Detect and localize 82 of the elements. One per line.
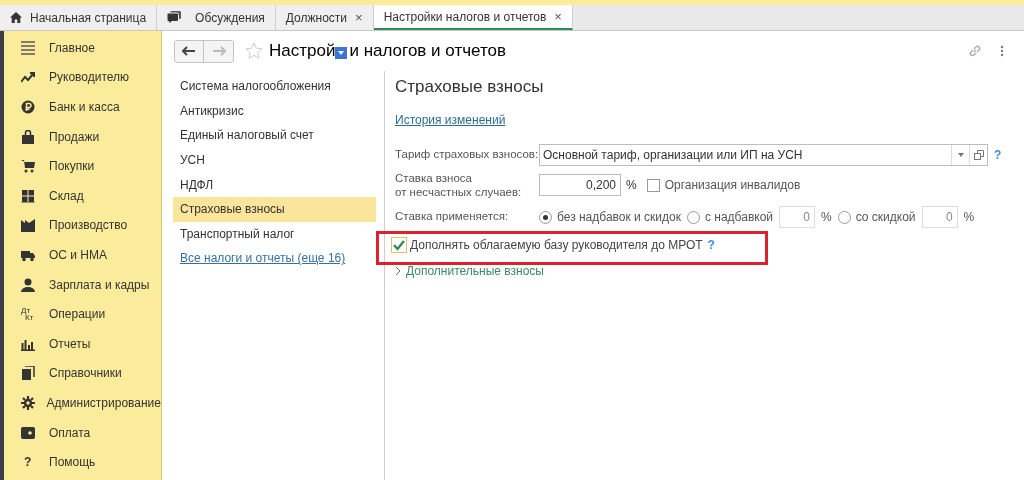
sidebar-item[interactable]: Банк и касса	[49, 98, 120, 116]
page-title: Настрой	[269, 40, 336, 63]
sidebar-item[interactable]: Отчеты	[49, 334, 91, 353]
section-title: Страховые взносы	[395, 76, 545, 99]
check-icon	[393, 239, 405, 251]
left-arrow-icon	[182, 46, 196, 56]
close-button[interactable]: ×	[554, 6, 562, 27]
dropdown-icon	[957, 153, 964, 157]
section-item[interactable]: Страховые взносы	[173, 196, 376, 222]
field-label: от несчастных случаев:	[395, 185, 523, 199]
rate-field[interactable]: 0,200	[539, 174, 621, 196]
sidebar-icon	[21, 100, 35, 114]
sidebar-icon	[21, 277, 35, 292]
right-arrow-icon	[211, 46, 226, 56]
star-icon[interactable]	[245, 42, 263, 60]
tab[interactable]: Обсуждения	[157, 5, 276, 30]
sidebar-icon	[21, 425, 35, 440]
sidebar-item[interactable]: Склад	[49, 186, 84, 205]
sidebar-item[interactable]: Продажи	[49, 127, 100, 146]
sidebar-item[interactable]: Покупки	[49, 157, 95, 176]
checkbox[interactable]	[391, 237, 407, 253]
sidebar-item[interactable]: Помощь	[49, 453, 96, 472]
sidebar-item[interactable]: Администрирование	[46, 393, 161, 412]
menu-icon	[21, 40, 35, 55]
percent-field[interactable]: 0	[921, 206, 958, 228]
radio-label: со скидкой	[855, 209, 916, 226]
sidebar-item[interactable]: Главное	[49, 38, 95, 57]
radio-button[interactable]	[837, 210, 851, 224]
section-item[interactable]: Транспортный налог	[173, 221, 376, 247]
help-icon[interactable]: ?	[707, 236, 715, 254]
sidebar-item[interactable]: ОС и НМА	[49, 245, 108, 264]
tab[interactable]: Начальная страница	[0, 5, 158, 30]
radio-button[interactable]	[539, 210, 552, 224]
radio-label: с надбавкой	[705, 209, 774, 226]
sidebar-item[interactable]: Зарплата и кадры	[49, 275, 150, 294]
debit-credit-icon: Дт Кт	[21, 307, 34, 322]
sidebar-icon	[21, 70, 35, 85]
sidebar-item[interactable]: Оплата	[49, 423, 91, 442]
page-title: и налогов и отчетов	[349, 40, 506, 63]
checkbox-label: Организация инвалидов	[664, 177, 801, 194]
unit-label: %	[821, 209, 832, 226]
radio-label: без надбавок и скидок	[557, 209, 681, 226]
sidebar-item[interactable]: Операции	[49, 305, 106, 324]
more-icon[interactable]	[1000, 45, 1004, 57]
sidebar-item[interactable]: Руководителю	[49, 68, 130, 87]
radio-button[interactable]	[687, 210, 700, 224]
close-button[interactable]: ×	[355, 7, 363, 28]
tariff-field[interactable]: Основной тариф, организации или ИП на УСН	[539, 144, 988, 166]
sidebar-icon	[21, 159, 35, 174]
section-item[interactable]: Система налогообложения	[173, 74, 376, 99]
section-item[interactable]: Антикризис	[173, 98, 376, 124]
percent-field[interactable]: 0	[779, 206, 816, 228]
home-icon	[10, 12, 22, 23]
link-icon[interactable]	[968, 44, 982, 58]
section-item[interactable]: Единый налоговый счет	[173, 123, 376, 148]
tab[interactable]: Настройки налогов и отчетов ×	[373, 5, 573, 30]
field-label: Тариф страховых взносов:	[395, 147, 539, 163]
sidebar-icon	[21, 366, 35, 381]
open-form-icon	[973, 150, 984, 160]
checkbox-label: Дополнять облагаемую базу руководителя до МРОТ	[410, 237, 703, 254]
collapsible-group[interactable]: Дополнительные взносы	[395, 262, 544, 280]
checkbox[interactable]	[646, 178, 660, 192]
history-link[interactable]: История изменений	[395, 111, 506, 129]
dropdown-marker-icon[interactable]	[335, 47, 348, 59]
field-label: Ставка взноса	[395, 171, 473, 185]
sidebar-icon	[21, 395, 35, 410]
tab[interactable]: Должности ×	[275, 5, 374, 30]
chevron-right-icon	[395, 267, 401, 275]
field-label: Ставка применяется:	[395, 209, 510, 225]
sidebar-item[interactable]: Производство	[49, 216, 128, 235]
sidebar-icon	[21, 188, 35, 203]
chat-icon	[167, 11, 182, 24]
sidebar-item[interactable]: Справочники	[49, 364, 122, 383]
section-item[interactable]: УСН	[173, 147, 376, 173]
more-taxes-link[interactable]: Все налоги и отчеты (еще 16)	[180, 249, 346, 268]
section-item[interactable]: НДФЛ	[173, 172, 376, 197]
unit-label: %	[963, 209, 975, 226]
help-icon: ?	[21, 453, 32, 472]
sidebar-icon	[21, 129, 35, 144]
unit-label: %	[626, 177, 637, 194]
help-icon[interactable]: ?	[994, 146, 1002, 164]
sidebar-icon	[21, 218, 35, 233]
